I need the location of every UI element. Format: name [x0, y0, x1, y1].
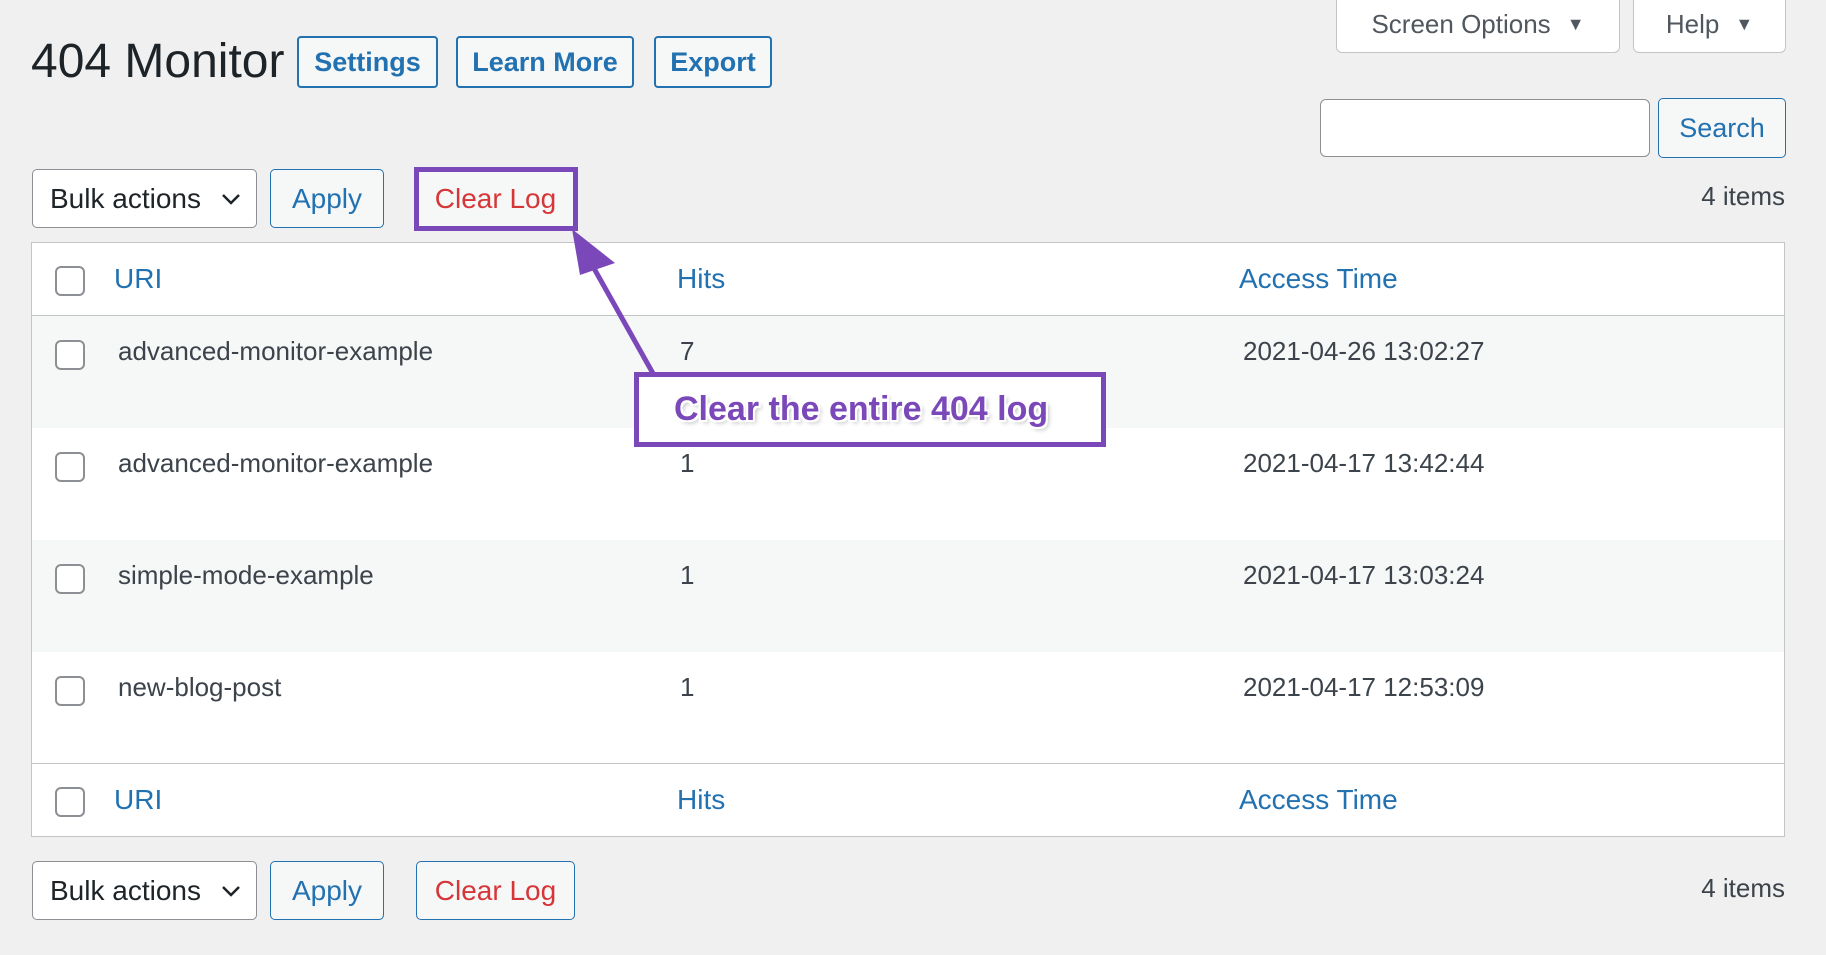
column-access-time[interactable]: Access Time — [1239, 263, 1398, 295]
log-table: URI Hits Access Time advanced-monitor-ex… — [31, 242, 1785, 837]
settings-button[interactable]: Settings — [297, 36, 438, 88]
uri-cell: advanced-monitor-example — [118, 448, 434, 478]
uri-cell: advanced-monitor-example — [118, 336, 434, 366]
access-time-cell: 2021-04-17 12:53:09 — [1243, 672, 1485, 702]
items-count-bottom: 4 items — [1701, 873, 1785, 903]
uri-cell: simple-mode-example — [118, 560, 374, 590]
page-title: 404 Monitor — [31, 35, 285, 88]
access-time-cell: 2021-04-26 13:02:27 — [1243, 336, 1485, 366]
caret-down-icon: ▼ — [1735, 13, 1754, 34]
screen-options-tab[interactable]: Screen Options ▼ — [1336, 0, 1620, 53]
row-checkbox[interactable] — [55, 564, 85, 594]
hits-cell: 1 — [680, 560, 695, 590]
hits-cell: 7 — [680, 336, 695, 366]
clear-log-button-bottom[interactable]: Clear Log — [416, 861, 575, 920]
row-checkbox[interactable] — [55, 452, 85, 482]
bulk-actions-label: Bulk actions — [50, 874, 201, 906]
bulk-actions-select[interactable]: Bulk actions — [32, 169, 257, 228]
row-checkbox[interactable] — [55, 340, 85, 370]
clear-log-button[interactable]: Clear Log — [416, 169, 575, 228]
learn-more-button[interactable]: Learn More — [456, 36, 634, 88]
select-all-checkbox[interactable] — [55, 266, 85, 296]
column-uri[interactable]: URI — [114, 263, 162, 295]
apply-button-bottom[interactable]: Apply — [270, 861, 384, 920]
search-button[interactable]: Search — [1658, 98, 1786, 158]
hits-cell: 1 — [680, 672, 695, 702]
row-checkbox[interactable] — [55, 676, 85, 706]
column-hits[interactable]: Hits — [677, 263, 725, 295]
caret-down-icon: ▼ — [1566, 13, 1585, 34]
column-hits-footer[interactable]: Hits — [677, 784, 725, 816]
annotation-callout: Clear the entire 404 log — [634, 372, 1106, 447]
help-label: Help — [1665, 8, 1720, 39]
access-time-cell: 2021-04-17 13:42:44 — [1243, 448, 1485, 478]
column-uri-footer[interactable]: URI — [114, 784, 162, 816]
table-row: new-blog-post 1 2021-04-17 12:53:09 — [32, 652, 1784, 764]
access-time-cell: 2021-04-17 13:03:24 — [1243, 560, 1485, 590]
chevron-down-icon — [222, 886, 240, 897]
chevron-down-icon — [222, 194, 240, 205]
items-count: 4 items — [1701, 181, 1785, 211]
hits-cell: 1 — [680, 448, 695, 478]
column-access-time-footer[interactable]: Access Time — [1239, 784, 1398, 816]
uri-cell: new-blog-post — [118, 672, 282, 702]
table-footer: URI Hits Access Time — [32, 763, 1784, 836]
export-button[interactable]: Export — [654, 36, 772, 88]
help-tab[interactable]: Help ▼ — [1633, 0, 1786, 53]
select-all-checkbox-footer[interactable] — [55, 787, 85, 817]
annotation-arrow-icon — [572, 229, 658, 379]
table-row: simple-mode-example 1 2021-04-17 13:03:2… — [32, 540, 1784, 652]
screen-options-label: Screen Options — [1371, 8, 1551, 39]
bulk-actions-select-bottom[interactable]: Bulk actions — [32, 861, 257, 920]
bulk-actions-label: Bulk actions — [50, 182, 201, 214]
search-input[interactable] — [1320, 99, 1650, 157]
apply-button[interactable]: Apply — [270, 169, 384, 228]
table-header: URI Hits Access Time — [32, 243, 1784, 316]
